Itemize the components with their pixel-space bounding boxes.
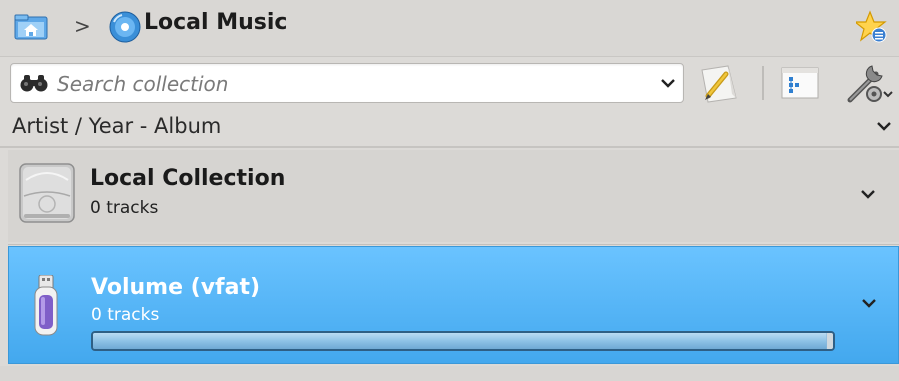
chevron-down-icon[interactable] bbox=[659, 74, 677, 92]
sort-level-label[interactable]: Artist / Year - Album bbox=[12, 114, 221, 138]
divider bbox=[8, 244, 899, 245]
chevron-down-icon[interactable] bbox=[859, 293, 879, 313]
collection-item-volume[interactable]: Volume (vfat) 0 tracks bbox=[8, 246, 899, 364]
progress-bar-end bbox=[827, 333, 833, 349]
collection-track-count: 0 tracks bbox=[90, 198, 159, 218]
search-box[interactable] bbox=[10, 63, 684, 103]
collection-title: Volume (vfat) bbox=[91, 275, 261, 300]
collection-item-local[interactable]: Local Collection 0 tracks bbox=[8, 150, 899, 242]
collection-toolbar bbox=[0, 60, 899, 106]
tools-menu-icon[interactable] bbox=[844, 62, 894, 106]
hard-drive-icon bbox=[19, 163, 75, 223]
divider bbox=[0, 146, 899, 148]
local-music-icon[interactable] bbox=[108, 10, 142, 44]
collection-track-count: 0 tracks bbox=[91, 305, 160, 325]
chevron-down-icon[interactable] bbox=[875, 117, 893, 135]
home-folder-icon[interactable] bbox=[14, 14, 48, 40]
breadcrumb-bar: > Local Music bbox=[0, 0, 899, 57]
favorites-bookmark-icon[interactable] bbox=[856, 10, 888, 44]
breadcrumb-current-label[interactable]: Local Music bbox=[144, 10, 287, 35]
tree-view-icon[interactable] bbox=[780, 66, 820, 100]
edit-filters-icon[interactable] bbox=[698, 64, 740, 104]
binoculars-icon bbox=[20, 75, 48, 92]
usb-drive-icon bbox=[34, 275, 58, 336]
breadcrumb-separator-icon[interactable]: > bbox=[74, 14, 91, 38]
chevron-down-icon[interactable] bbox=[858, 184, 878, 204]
toolbar-divider bbox=[762, 66, 764, 100]
scan-progress-fill bbox=[93, 333, 826, 349]
search-input[interactable] bbox=[55, 70, 639, 98]
collection-list-footer bbox=[0, 366, 899, 381]
collection-title: Local Collection bbox=[90, 166, 286, 191]
scan-progress-bar bbox=[91, 331, 835, 351]
